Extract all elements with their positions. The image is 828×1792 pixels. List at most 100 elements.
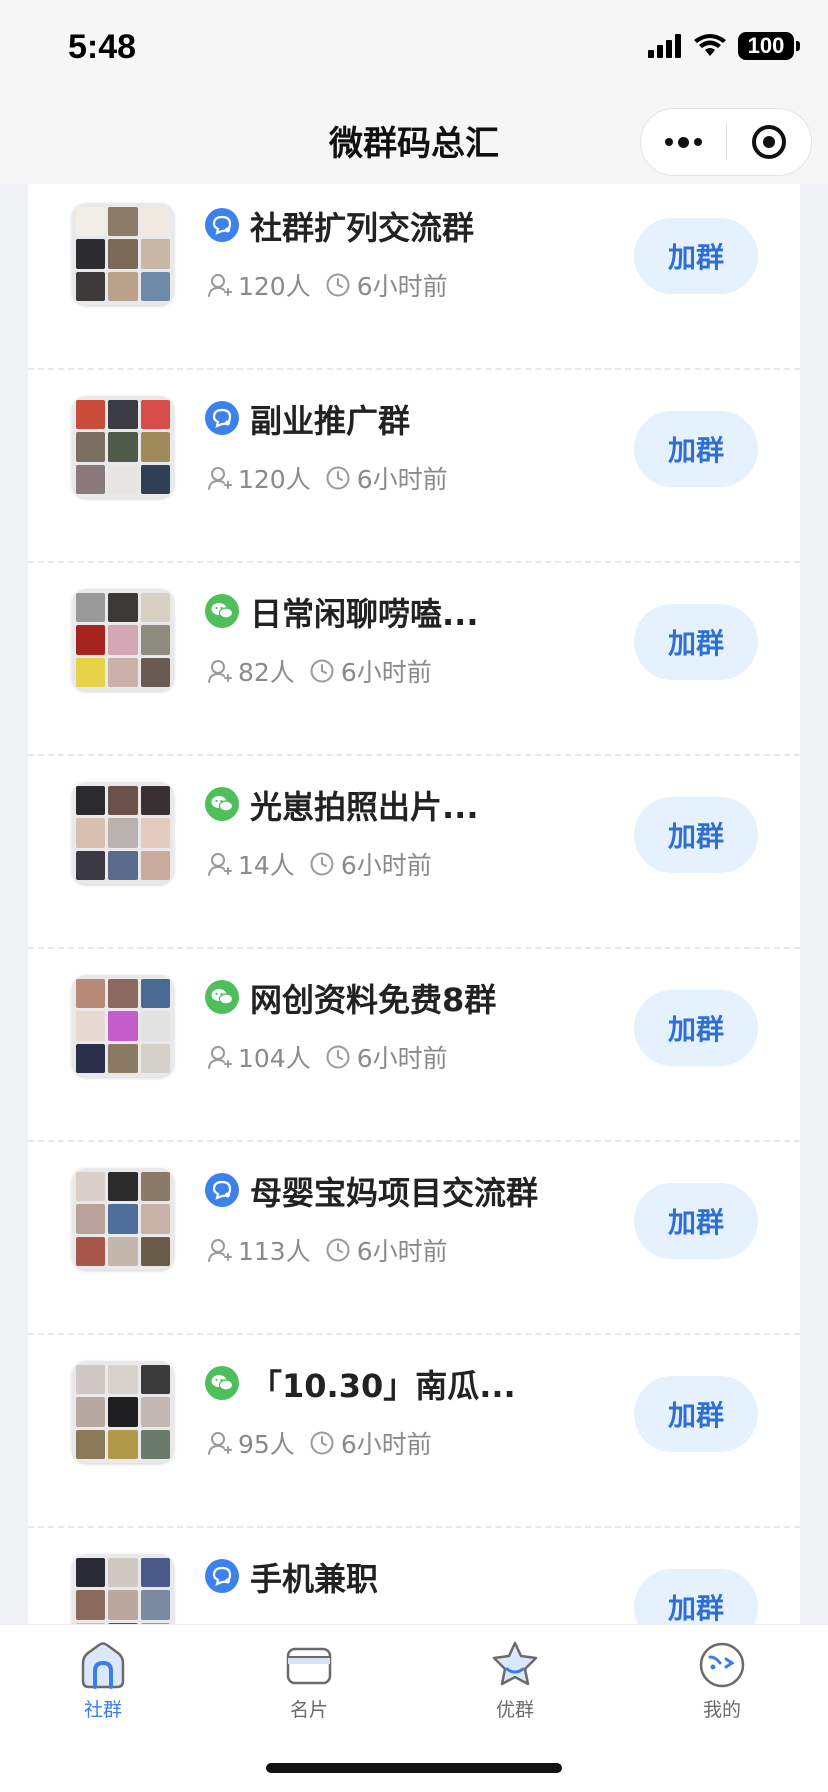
member-count: 120人: [238, 272, 311, 301]
group-meta: 113人 6小时前: [206, 1232, 448, 1268]
group-meta: 82人 6小时前: [206, 653, 432, 689]
group-name: 母婴宝妈项目交流群: [250, 1174, 539, 1212]
group-list: 社群扩列交流群 120人 6小时前 加群 副业推广群 120人 6小时前 加群 日常闲聊唠嗑..…: [28, 184, 800, 1624]
list-item[interactable]: 母婴宝妈项目交流群 113人 6小时前 加群: [28, 1142, 800, 1335]
group-name: 光崽拍照出片...: [250, 788, 479, 826]
nav-bar: 微群码总汇: [0, 100, 828, 184]
group-name: 网创资料免费8群: [250, 981, 497, 1019]
more-dots-icon: [664, 136, 702, 148]
tab-premium-groups[interactable]: 优群: [455, 1639, 575, 1722]
group-meta: 104人 6小时前: [206, 1039, 448, 1075]
community-chat-icon: [205, 1559, 239, 1593]
wechat-icon: [205, 980, 239, 1014]
group-meta: 120人 6小时前: [206, 460, 448, 496]
update-time: 6小时前: [356, 465, 448, 494]
join-group-button[interactable]: 加群: [634, 990, 758, 1066]
tab-business-card[interactable]: 名片: [249, 1639, 369, 1722]
status-bar: 5:48 100: [0, 0, 828, 100]
list-item[interactable]: 「10.30」南瓜... 95人 6小时前 加群: [28, 1335, 800, 1528]
tab-label: 社群: [83, 1699, 122, 1721]
join-group-button[interactable]: 加群: [634, 1569, 758, 1624]
tab-social-groups[interactable]: 社群: [43, 1639, 163, 1722]
list-item[interactable]: 社群扩列交流群 120人 6小时前 加群: [28, 184, 800, 370]
target-icon: [751, 125, 786, 159]
wifi-icon: [694, 34, 726, 56]
clock-icon: [326, 273, 350, 297]
group-meta: 120人 6小时前: [206, 267, 448, 303]
member-count: 104人: [238, 1044, 311, 1073]
list-item[interactable]: 日常闲聊唠嗑... 82人 6小时前 加群: [28, 563, 800, 756]
list-item[interactable]: 光崽拍照出片... 14人 6小时前 加群: [28, 756, 800, 949]
update-time: 6小时前: [356, 1237, 448, 1266]
group-name: 「10.30」南瓜...: [250, 1367, 516, 1405]
group-avatar: [72, 782, 174, 884]
clock-icon: [326, 1045, 350, 1069]
clock-icon: [310, 659, 334, 683]
group-avatar: [72, 1554, 174, 1624]
group-avatar: [72, 975, 174, 1077]
list-item[interactable]: 手机兼职 加群: [28, 1528, 800, 1624]
members-icon: [208, 1239, 232, 1262]
group-name: 社群扩列交流群: [250, 209, 475, 247]
close-miniprogram-button[interactable]: [727, 108, 812, 176]
group-avatar: [72, 1361, 174, 1463]
update-time: 6小时前: [340, 851, 432, 880]
wechat-icon: [205, 787, 239, 821]
group-meta: 95人 6小时前: [206, 1425, 432, 1461]
update-time: 6小时前: [340, 1430, 432, 1459]
group-avatar: [72, 396, 174, 498]
join-group-button[interactable]: 加群: [634, 604, 758, 680]
more-button[interactable]: [641, 108, 726, 176]
home-indicator: [266, 1763, 562, 1773]
member-count: 120人: [238, 465, 311, 494]
member-count: 95人: [238, 1430, 295, 1459]
profile-icon: [699, 1642, 745, 1688]
member-count: 113人: [238, 1237, 311, 1266]
update-time: 6小时前: [356, 1044, 448, 1073]
group-name: 手机兼职: [250, 1560, 379, 1598]
members-icon: [208, 1046, 232, 1069]
card-icon: [286, 1647, 332, 1685]
update-time: 6小时前: [356, 272, 448, 301]
tab-my-profile[interactable]: 我的: [662, 1639, 782, 1722]
join-group-button[interactable]: 加群: [634, 411, 758, 487]
list-item[interactable]: 副业推广群 120人 6小时前 加群: [28, 370, 800, 563]
community-chat-icon: [205, 401, 239, 435]
join-group-button[interactable]: 加群: [634, 1183, 758, 1259]
tab-label: 名片: [289, 1699, 328, 1721]
clock-icon: [326, 466, 350, 490]
wechat-icon: [205, 1366, 239, 1400]
community-chat-icon: [205, 1173, 239, 1207]
star-icon: [492, 1641, 538, 1686]
community-chat-icon: [205, 208, 239, 242]
home-icon: [81, 1642, 125, 1689]
group-name: 副业推广群: [250, 402, 411, 440]
status-icons: 100: [648, 32, 800, 60]
signal-icon: [648, 34, 681, 58]
status-time: 5:48: [68, 28, 137, 66]
join-group-button[interactable]: 加群: [634, 1376, 758, 1452]
clock-icon: [310, 1431, 334, 1455]
members-icon: [208, 467, 232, 490]
group-name: 日常闲聊唠嗑...: [250, 595, 479, 633]
join-group-button[interactable]: 加群: [634, 797, 758, 873]
group-avatar: [72, 589, 174, 691]
member-count: 14人: [238, 851, 295, 880]
update-time: 6小时前: [340, 658, 432, 687]
list-item[interactable]: 网创资料免费8群 104人 6小时前 加群: [28, 949, 800, 1142]
battery-indicator: 100: [738, 32, 800, 60]
group-avatar: [72, 203, 174, 305]
tab-label: 优群: [495, 1699, 534, 1721]
tab-label: 我的: [702, 1699, 741, 1721]
members-icon: [208, 660, 232, 683]
group-meta: 14人 6小时前: [206, 846, 432, 882]
members-icon: [208, 1432, 232, 1455]
members-icon: [208, 853, 232, 876]
join-group-button[interactable]: 加群: [634, 218, 758, 294]
members-icon: [208, 274, 232, 297]
clock-icon: [326, 1238, 350, 1262]
wechat-icon: [205, 594, 239, 628]
group-avatar: [72, 1168, 174, 1270]
clock-icon: [310, 852, 334, 876]
member-count: 82人: [238, 658, 295, 687]
